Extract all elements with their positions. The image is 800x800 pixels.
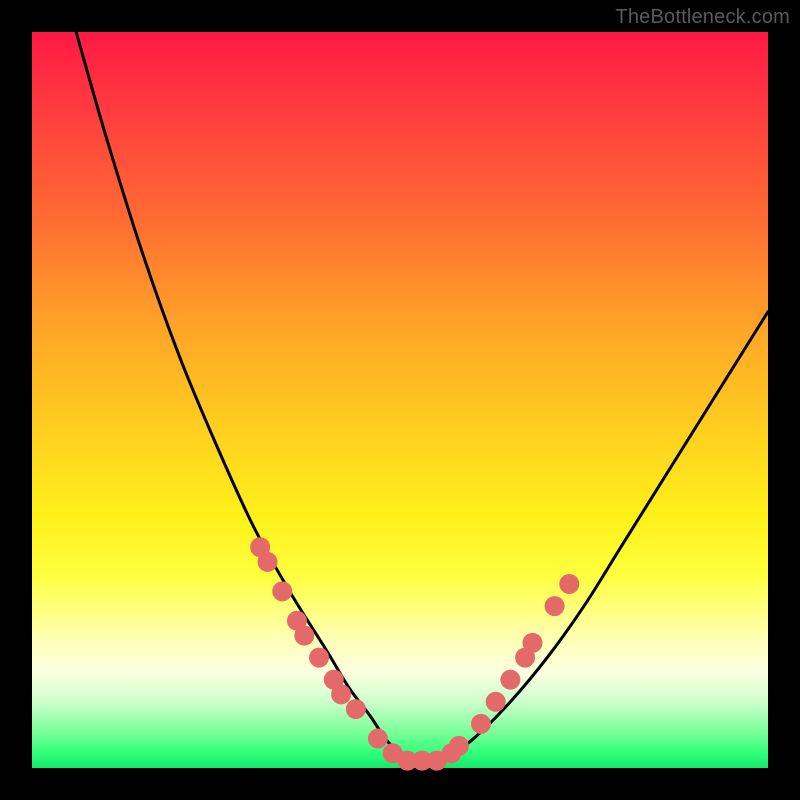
data-marker: [500, 670, 520, 690]
data-marker: [258, 552, 278, 572]
bottleneck-curve: [76, 32, 768, 762]
data-marker: [294, 626, 314, 646]
plot-area: [32, 32, 768, 768]
data-marker: [309, 648, 329, 668]
data-marker: [522, 633, 542, 653]
data-marker: [331, 684, 351, 704]
data-marker: [346, 699, 366, 719]
data-marker: [471, 714, 491, 734]
data-marker: [545, 596, 565, 616]
chart-frame: TheBottleneck.com: [0, 0, 800, 800]
data-marker: [272, 581, 292, 601]
curve-layer: [76, 32, 768, 762]
data-marker: [368, 729, 388, 749]
watermark-text: TheBottleneck.com: [615, 6, 790, 29]
chart-svg: [32, 32, 768, 768]
data-marker: [449, 736, 469, 756]
marker-layer: [250, 537, 579, 770]
data-marker: [559, 574, 579, 594]
data-marker: [486, 692, 506, 712]
